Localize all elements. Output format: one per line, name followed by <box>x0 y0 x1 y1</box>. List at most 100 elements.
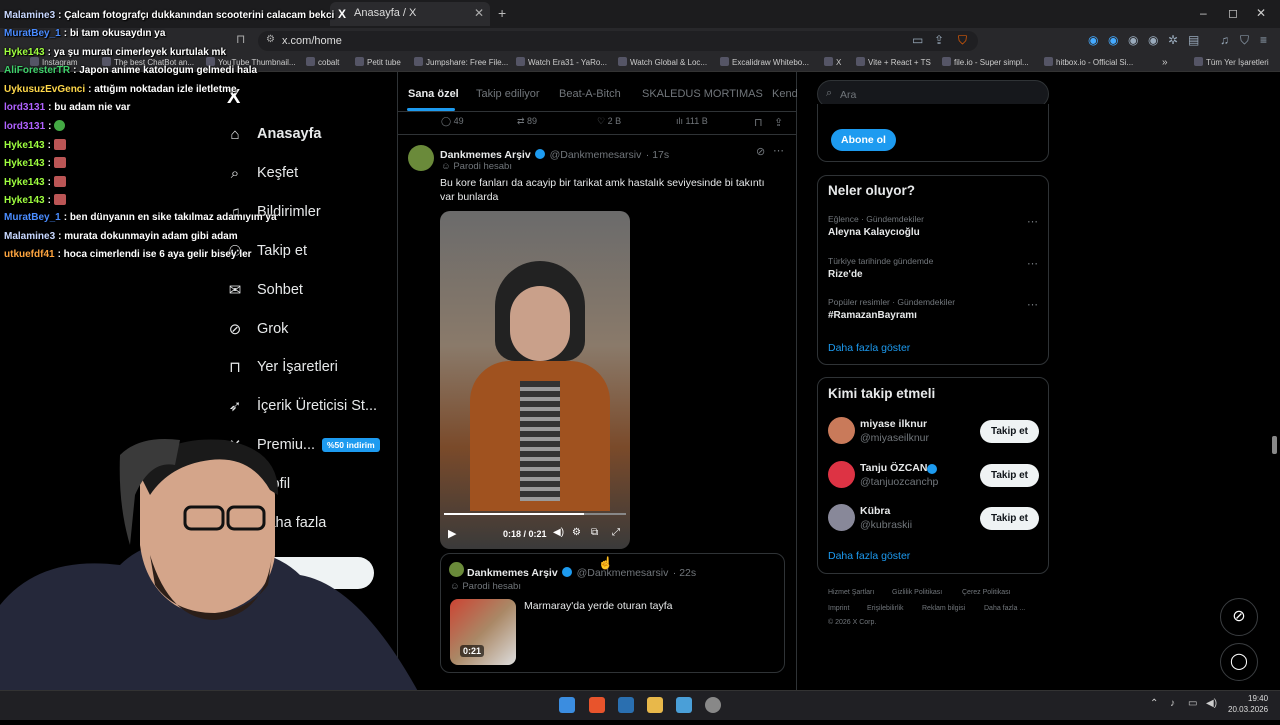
author-handle[interactable]: @Dankmemesarsiv <box>577 567 669 579</box>
tray-overflow-icon[interactable]: ⌃ <box>1150 698 1158 709</box>
bookmark-item[interactable]: Jumpshare: Free File... <box>414 57 508 67</box>
tab-for-you[interactable]: Sana özel <box>408 88 459 100</box>
tab-following[interactable]: Takip ediliyor <box>476 88 540 100</box>
trend-name[interactable]: Rize'de <box>828 269 863 280</box>
video-player[interactable] <box>440 211 630 549</box>
suggested-user-name[interactable]: miyase ilknur <box>860 418 927 430</box>
microphone-icon[interactable]: ♪ <box>1170 698 1175 709</box>
music-icon[interactable]: ♫ <box>1220 33 1229 47</box>
follow-button[interactable]: Takip et <box>980 420 1039 443</box>
avatar[interactable] <box>828 417 855 444</box>
tab-list[interactable]: SKALEDUS MORTIMAS <box>642 88 763 100</box>
url-bar[interactable]: ⚙ x.com/home <box>258 31 978 51</box>
suggested-user-name[interactable]: Kübra <box>860 505 890 517</box>
avatar[interactable] <box>828 460 855 488</box>
window-close-icon[interactable]: ✕ <box>1256 6 1266 20</box>
start-menu-icon[interactable] <box>559 697 575 713</box>
grok-icon[interactable]: ⊘ <box>756 145 765 158</box>
extension-icon[interactable]: ◉ <box>1128 33 1138 47</box>
bookmark-item[interactable]: cobalt <box>306 57 339 67</box>
avatar[interactable] <box>408 145 434 171</box>
pip-icon[interactable]: ⧉ <box>591 527 598 538</box>
vpn-icon[interactable]: ⛉ <box>1240 33 1249 48</box>
suggested-user-name[interactable]: Tanju ÖZCAN <box>860 462 927 474</box>
avatar[interactable] <box>828 504 855 531</box>
reply-action[interactable]: ◯ 49 <box>441 116 464 127</box>
post-time[interactable]: · 17s <box>646 149 669 161</box>
bookmark-item[interactable]: Vite + React + TS <box>856 57 931 67</box>
views-action[interactable]: ılı 111 B <box>676 116 708 126</box>
new-tab-button[interactable]: + <box>498 5 506 21</box>
nav-item-grok[interactable]: ⊘ Grok <box>226 315 396 345</box>
show-more-trends-link[interactable]: Daha fazla göster <box>828 342 910 354</box>
app-icon[interactable] <box>676 697 692 713</box>
post-time[interactable]: · 22s <box>673 567 696 579</box>
fullscreen-icon[interactable]: ⤢ <box>612 527 620 538</box>
system-clock[interactable]: 19:40 20.03.2026 <box>1228 693 1268 715</box>
extensions-icon[interactable]: ✲ <box>1168 33 1178 47</box>
share-icon[interactable]: ⇪ <box>774 116 783 129</box>
close-tab-icon[interactable]: ✕ <box>474 6 484 20</box>
all-bookmarks-button[interactable]: Tüm Yer İşaretleri <box>1194 57 1269 67</box>
bookmark-item[interactable]: Excalidraw Whitebo... <box>720 57 809 67</box>
brave-browser-icon[interactable] <box>589 697 605 713</box>
repost-action[interactable]: ⇄ 89 <box>517 116 537 127</box>
menu-icon[interactable]: ≡ <box>1260 33 1267 47</box>
maximize-icon[interactable]: ◻ <box>1228 6 1238 20</box>
bookmark-item[interactable]: Watch Era31 - YaRo... <box>516 57 607 67</box>
footer-link[interactable]: Çerez Politikası <box>962 589 1011 596</box>
minimize-icon[interactable]: – <box>1200 6 1207 20</box>
footer-link[interactable]: Reklam bilgisi <box>922 605 965 612</box>
trend-more-icon[interactable]: ⋯ <box>1027 298 1038 311</box>
messages-fab-icon[interactable]: ◯ <box>1220 643 1258 681</box>
share-icon[interactable]: ⇪ <box>934 33 944 47</box>
subscribe-button[interactable]: Abone ol <box>831 129 896 151</box>
sidebar-icon[interactable]: ▤ <box>1188 33 1199 47</box>
author-name[interactable]: Dankmemes Arşiv <box>467 567 558 579</box>
like-action[interactable]: ♡ 2 B <box>597 116 621 127</box>
trend-more-icon[interactable]: ⋯ <box>1027 215 1038 228</box>
bookmark-item[interactable]: X <box>824 57 841 67</box>
footer-link[interactable]: Imprint <box>828 605 849 612</box>
more-options-icon[interactable]: ⋯ <box>773 144 784 157</box>
extension-icon[interactable]: ◉ <box>1108 33 1118 47</box>
extension-icon[interactable]: ◉ <box>1088 33 1098 47</box>
follow-button[interactable]: Takip et <box>980 507 1039 530</box>
brave-shield-icon[interactable]: ⛉ <box>958 33 967 48</box>
avatar[interactable] <box>449 562 464 577</box>
obs-icon[interactable] <box>705 697 721 713</box>
footer-link[interactable]: Gizlilik Politikası <box>892 589 942 596</box>
play-icon[interactable]: ▶ <box>448 527 456 540</box>
network-icon[interactable]: ▭ <box>1188 698 1197 709</box>
extension-icon[interactable]: ◉ <box>1148 33 1158 47</box>
tab-list[interactable]: Beat-A-Bitch <box>559 88 621 100</box>
trend-more-icon[interactable]: ⋯ <box>1027 257 1038 270</box>
volume-icon[interactable]: ◀) <box>1206 698 1217 709</box>
bookmarks-overflow-icon[interactable]: » <box>1162 57 1168 68</box>
follow-button[interactable]: Takip et <box>980 463 1039 487</box>
bookmark-item[interactable]: Watch Global & Loc... <box>618 57 707 67</box>
browser-tab[interactable]: X Anasayfa / X ✕ <box>330 2 490 26</box>
volume-icon[interactable]: ◀) <box>553 527 564 538</box>
cast-icon[interactable]: ▭ <box>912 33 923 47</box>
footer-link[interactable]: Erişilebilirlik <box>867 605 904 612</box>
nav-item-rocket[interactable]: ➶ İçerik Üreticisi St... <box>226 392 396 422</box>
steam-icon[interactable] <box>618 697 634 713</box>
footer-link[interactable]: Daha fazla ... <box>984 605 1025 612</box>
bookmark-item[interactable]: hitbox.io - Official Si... <box>1044 57 1133 67</box>
author-handle[interactable]: @Dankmemesarsiv <box>550 149 642 161</box>
trend-name[interactable]: #RamazanBayramı <box>828 310 917 321</box>
show-more-follow-link[interactable]: Daha fazla göster <box>828 550 910 562</box>
file-explorer-icon[interactable] <box>647 697 663 713</box>
bookmark-icon[interactable]: ⊓ <box>754 116 763 129</box>
trend-name[interactable]: Aleyna Kalaycıoğlu <box>828 227 920 238</box>
bookmark-item[interactable]: file.io - Super simpl... <box>942 57 1029 67</box>
nav-item-bookmark[interactable]: ⊓ Yer İşaretleri <box>226 353 396 383</box>
settings-icon[interactable]: ⚙ <box>572 527 581 538</box>
scrollbar-thumb[interactable] <box>1272 436 1277 454</box>
footer-link[interactable]: Hizmet Şartları <box>828 589 874 596</box>
bookmark-item[interactable]: Petit tube <box>355 57 401 67</box>
tab-list[interactable]: Kend <box>772 88 798 100</box>
author-name[interactable]: Dankmemes Arşiv <box>440 149 531 161</box>
grok-fab-icon[interactable]: ⊘ <box>1220 598 1258 636</box>
